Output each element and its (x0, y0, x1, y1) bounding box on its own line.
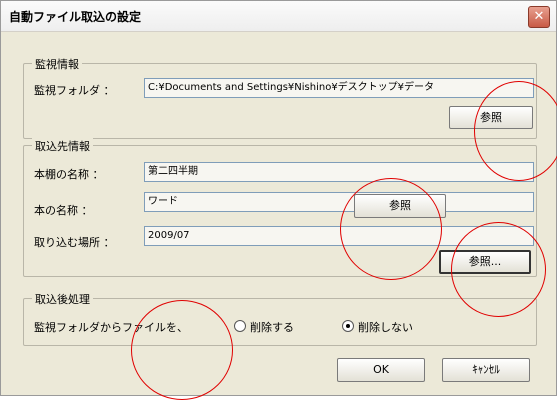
monitor-folder-field[interactable]: C:¥Documents and Settings¥Nishino¥デスクトップ… (144, 78, 534, 98)
settings-dialog: 自動ファイル取込の設定 ✕ 監視情報 監視フォルダ ： C:¥Documents… (0, 0, 557, 396)
monitor-group: 監視情報 監視フォルダ ： C:¥Documents and Settings¥… (23, 56, 537, 139)
monitor-folder-label: 監視フォルダ ： (34, 84, 115, 97)
delete-radio[interactable] (234, 320, 246, 332)
post-process-legend: 取込後処理 (32, 291, 93, 307)
keep-option-label[interactable]: 削除しない (358, 319, 413, 335)
title-bar[interactable]: 自動ファイル取込の設定 ✕ (1, 1, 556, 32)
monitor-group-legend: 監視情報 (32, 56, 82, 72)
post-process-group: 取込後処理 監視フォルダからファイルを、 削除する 削除しない (23, 291, 537, 346)
shelf-name-label: 本棚の名称 ： (34, 168, 104, 181)
ok-button[interactable]: OK (337, 358, 425, 382)
cancel-button[interactable]: ｷｬﾝｾﾙ (442, 358, 530, 382)
keep-radio[interactable] (342, 320, 354, 332)
annotation-circle-location-browse (451, 222, 546, 317)
book-name-label: 本の名称 ： (34, 204, 93, 217)
annotation-circle-monitor-browse (474, 81, 557, 181)
annotation-circle-folder-prompt (131, 300, 233, 400)
close-button[interactable]: ✕ (528, 6, 550, 28)
import-location-label: 取り込む場所 ： (34, 236, 115, 249)
annotation-circle-book-browse (340, 178, 442, 280)
shelf-name-field[interactable]: 第二四半期 (144, 162, 534, 182)
dialog-title: 自動ファイル取込の設定 (9, 10, 142, 24)
delete-option-label[interactable]: 削除する (250, 319, 294, 335)
book-name-field[interactable]: ワード (144, 192, 534, 212)
import-group-legend: 取込先情報 (32, 138, 93, 154)
